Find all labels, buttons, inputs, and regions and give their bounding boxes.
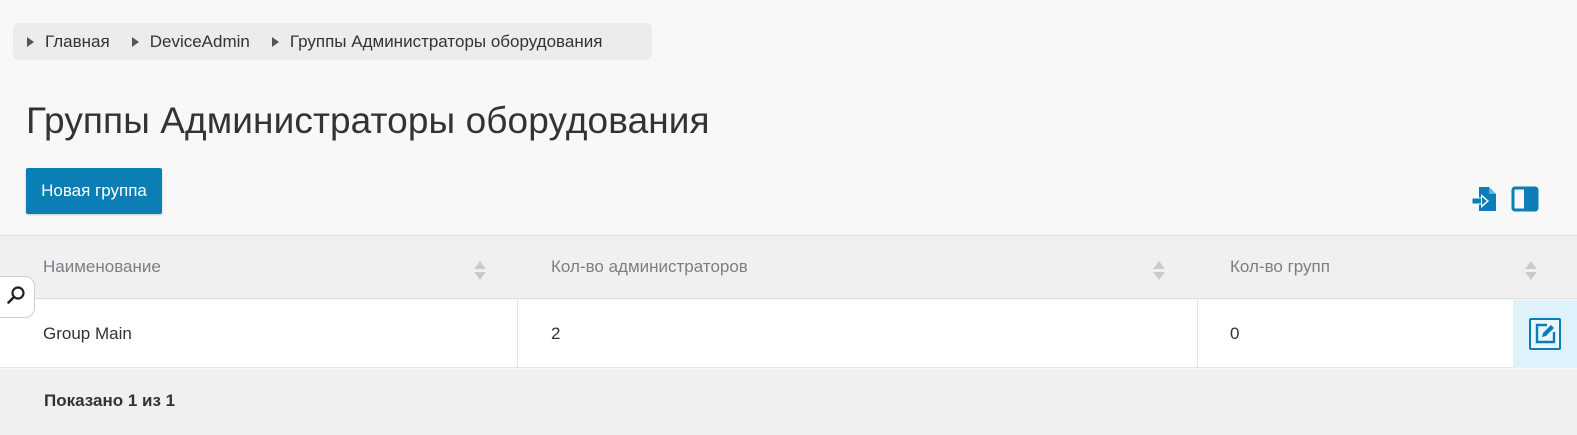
chevron-right-icon xyxy=(271,36,279,47)
column-header-label: Наименование xyxy=(43,257,161,276)
export-icon[interactable] xyxy=(1470,184,1500,214)
breadcrumb-label: DeviceAdmin xyxy=(149,31,250,51)
sort-icon[interactable] xyxy=(1525,261,1537,281)
breadcrumb-label: Группы Администраторы оборудования xyxy=(289,31,603,51)
cell-name: Group Main xyxy=(43,324,132,343)
table-footer: Показано 1 из 1 xyxy=(0,369,1577,435)
table-row[interactable]: Group Main 2 0 xyxy=(0,300,1577,368)
edit-icon[interactable] xyxy=(1529,318,1561,350)
cell-admins: 2 xyxy=(551,324,561,343)
page-title: Группы Администраторы оборудования xyxy=(26,100,710,141)
columns-icon[interactable] xyxy=(1510,184,1540,214)
column-header-name[interactable]: Наименование xyxy=(43,236,161,298)
breadcrumb-label: Главная xyxy=(45,31,110,51)
column-header-admins[interactable]: Кол-во администраторов xyxy=(551,236,748,298)
new-group-button[interactable]: Новая группа xyxy=(26,168,162,214)
breadcrumb-item-deviceadmin[interactable]: DeviceAdmin xyxy=(131,31,250,52)
chevron-right-icon xyxy=(131,36,139,47)
column-header-label: Кол-во администраторов xyxy=(551,257,748,276)
column-divider xyxy=(517,300,518,368)
column-divider xyxy=(1197,300,1198,368)
pagination-summary: Показано 1 из 1 xyxy=(44,391,176,410)
cell-groups: 0 xyxy=(1230,324,1240,343)
search-icon xyxy=(6,285,26,310)
page: Главная DeviceAdmin Группы Администратор… xyxy=(0,0,1577,435)
column-header-label: Кол-во групп xyxy=(1230,257,1330,276)
breadcrumb-item-current: Группы Администраторы оборудования xyxy=(271,31,603,52)
row-actions-cell xyxy=(1513,300,1577,368)
breadcrumb: Главная DeviceAdmin Группы Администратор… xyxy=(13,23,652,60)
chevron-right-icon xyxy=(27,36,34,47)
sort-icon[interactable] xyxy=(1153,261,1165,281)
sort-icon[interactable] xyxy=(474,261,486,281)
breadcrumb-item-home[interactable]: Главная xyxy=(27,32,110,52)
column-header-groups[interactable]: Кол-во групп xyxy=(1230,236,1330,298)
search-toggle[interactable] xyxy=(0,276,35,318)
table-header: Наименование Кол-во администраторов Кол-… xyxy=(0,235,1577,299)
